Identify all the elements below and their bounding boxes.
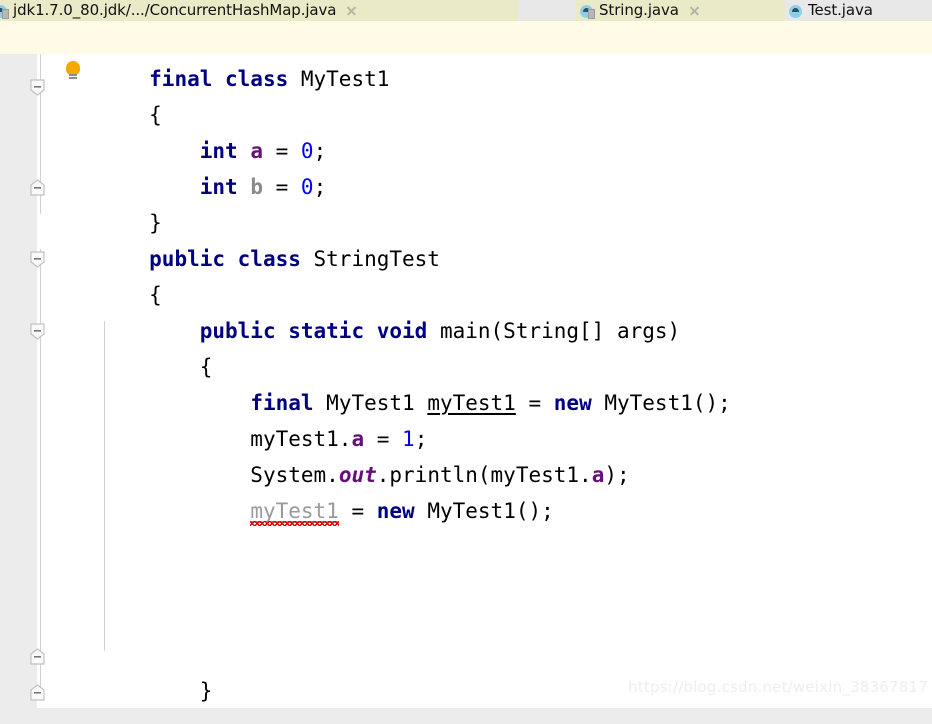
tab-string-java[interactable]: String.java [576,0,785,21]
editor-window: jdk1.7.0_80.jdk/.../ConcurrentHashMap.ja… [0,0,932,724]
code-editor[interactable]: final class MyTest1 { int a = 0; int b =… [0,21,932,708]
tab-concurrenthashmap-java[interactable]: jdk1.7.0_80.jdk/.../ConcurrentHashMap.ja… [0,0,518,21]
tab-test-java[interactable]: Test.java [785,0,932,21]
java-class-icon [0,4,9,19]
tab-label: String.java [599,1,679,19]
editor-bottom-strip [0,708,932,724]
tab-label: jdk1.7.0_80.jdk/.../ConcurrentHashMap.ja… [13,1,337,19]
close-icon[interactable] [688,5,700,17]
code-line-8: public static void main(String[] args) [199,319,681,343]
code-line-3: int a = 0; [199,139,327,163]
java-class-icon [789,4,804,19]
code-line-4: int b = 0; [199,175,327,199]
code-line-18: } [149,679,213,703]
code-content[interactable]: final class MyTest1 { int a = 0; int b =… [0,21,932,708]
code-line-13: myTest1 = new MyTest1(); [0,457,932,526]
code-line-5: } [149,211,162,235]
close-icon[interactable] [345,5,357,17]
error-token: myTest1 [250,493,339,529]
code-line-6: public class StringTest [149,247,440,271]
code-line-9: { [149,355,213,379]
code-line-2: { [149,103,162,127]
watermark-text: https://blog.csdn.net/weixin_38367817 [628,678,928,696]
code-line-12: System.out.println(myTest1.a); [149,463,630,487]
java-class-icon [580,4,595,19]
code-line-11: myTest1.a = 1; [149,427,428,451]
code-line-1: final class MyTest1 [149,67,390,91]
code-line-10: final MyTest1 myTest1 = new MyTest1(); [250,391,731,415]
tab-label: Test.java [808,1,873,19]
code-line-7: { [149,283,162,307]
editor-tab-bar: jdk1.7.0_80.jdk/.../ConcurrentHashMap.ja… [0,0,932,21]
